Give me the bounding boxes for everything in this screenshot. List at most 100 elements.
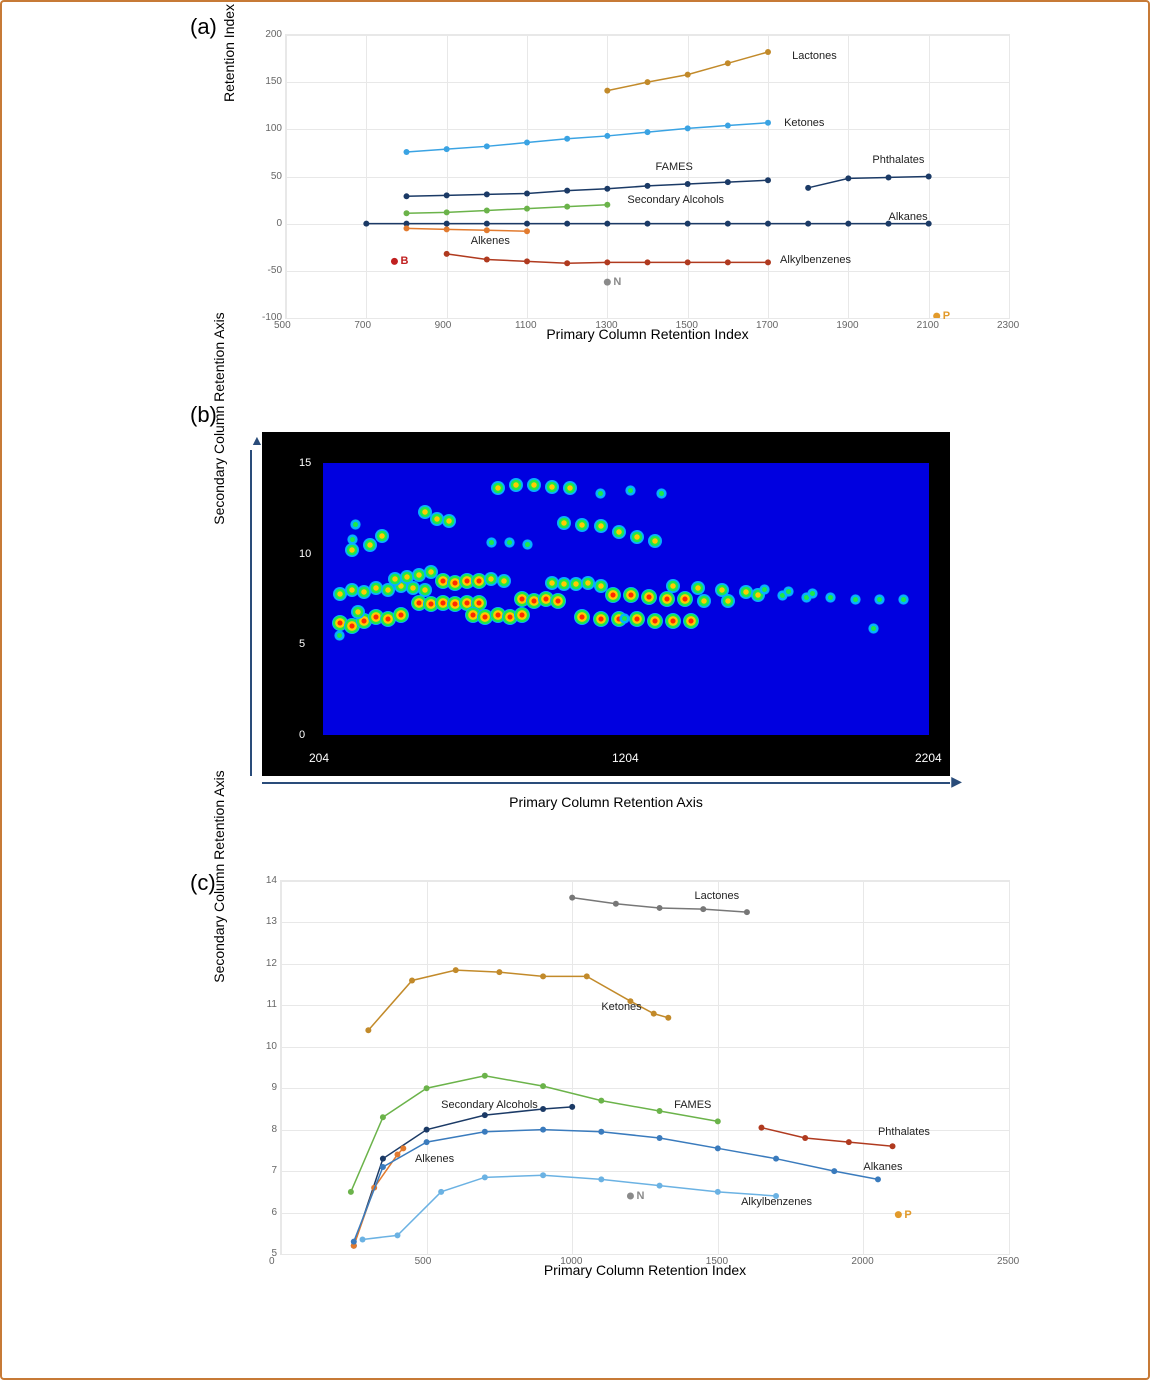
series-line xyxy=(363,1175,777,1239)
chromatogram-spot xyxy=(850,594,861,605)
chromatogram-spot xyxy=(691,581,705,595)
series-point xyxy=(846,1139,852,1145)
marker-point xyxy=(627,1192,634,1199)
series-point xyxy=(926,174,932,180)
series-point xyxy=(765,177,771,183)
series-point xyxy=(524,140,530,146)
chromatogram-spot xyxy=(697,594,711,608)
series-point xyxy=(365,1027,371,1033)
chromatogram-spot xyxy=(629,611,645,627)
series-point xyxy=(424,1127,430,1133)
series-label: Ketones xyxy=(601,1001,641,1013)
series-point xyxy=(685,259,691,265)
chromatogram-spot xyxy=(334,630,345,641)
marker-point xyxy=(933,313,940,318)
series-point xyxy=(380,1164,386,1170)
chromatogram-spot xyxy=(504,537,515,548)
series-point xyxy=(725,221,731,227)
series-point xyxy=(444,226,450,232)
series-line xyxy=(761,1128,892,1147)
chromatogram-spot xyxy=(545,480,559,494)
chart-c-xlabel: Primary Column Retention Index xyxy=(544,1262,746,1278)
series-point xyxy=(645,129,651,135)
series-label: FAMES xyxy=(656,161,693,173)
series-point xyxy=(645,221,651,227)
series-point xyxy=(805,185,811,191)
series-point xyxy=(685,181,691,187)
chromatogram-spot xyxy=(491,481,505,495)
series-point xyxy=(496,969,502,975)
series-label: Alkanes xyxy=(863,1161,902,1173)
series-point xyxy=(725,123,731,129)
series-label: Alkenes xyxy=(471,235,510,247)
chromatogram-spot xyxy=(868,623,879,634)
series-point xyxy=(424,1085,430,1091)
marker-point xyxy=(604,279,611,286)
series-point xyxy=(657,1183,663,1189)
series-point xyxy=(685,72,691,78)
series-point xyxy=(444,192,450,198)
series-point xyxy=(394,1232,400,1238)
chart-c-plot: 05001000150020002500567891011121314NPLac… xyxy=(280,880,1010,1255)
chromatogram-spot xyxy=(825,592,836,603)
chromatogram-spot xyxy=(677,591,693,607)
chromatogram-spot xyxy=(563,481,577,495)
chromatogram-spot xyxy=(514,607,530,623)
series-point xyxy=(645,259,651,265)
chromatogram-spot xyxy=(375,529,389,543)
series-line xyxy=(354,1148,404,1245)
series-point xyxy=(875,1176,881,1182)
series-point xyxy=(700,906,706,912)
series-point xyxy=(484,143,490,149)
chromatogram-spot xyxy=(527,478,541,492)
chart-a-xlabel: Primary Column Retention Index xyxy=(546,326,748,342)
series-point xyxy=(363,221,369,227)
chromatogram-spot xyxy=(345,543,359,557)
series-label: Alkanes xyxy=(889,211,928,223)
series-point xyxy=(651,1011,657,1017)
chromatogram-spot xyxy=(442,514,456,528)
series-point xyxy=(484,227,490,233)
series-point xyxy=(524,206,530,212)
panel-a-label: (a) xyxy=(190,14,217,40)
chromatogram-spot xyxy=(666,579,680,593)
series-point xyxy=(845,175,851,181)
chromatogram-spot xyxy=(393,607,409,623)
chromatogram-spot xyxy=(350,519,361,530)
series-point xyxy=(482,1112,488,1118)
series-point xyxy=(598,1098,604,1104)
chromatogram-spot xyxy=(630,530,644,544)
series-point xyxy=(540,1083,546,1089)
chromatogram-spot xyxy=(612,525,626,539)
series-point xyxy=(404,193,410,199)
chart-b-xlabel: Primary Column Retention Axis xyxy=(509,794,703,810)
series-point xyxy=(404,210,410,216)
series-point xyxy=(400,1145,406,1151)
series-point xyxy=(380,1156,386,1162)
series-point xyxy=(886,174,892,180)
x-axis-arrow-icon: ▶ xyxy=(951,773,962,790)
series-line xyxy=(354,1130,878,1242)
chromatogram-spot xyxy=(575,518,589,532)
chromatogram-spot xyxy=(522,539,533,550)
series-point xyxy=(773,1156,779,1162)
chart-c-ylabel: Secondary Column Retention Axis xyxy=(211,770,227,982)
series-point xyxy=(524,228,530,234)
chromatogram-spot xyxy=(486,537,497,548)
series-point xyxy=(380,1114,386,1120)
series-point xyxy=(584,973,590,979)
chromatogram-spot xyxy=(641,589,657,605)
series-point xyxy=(540,1172,546,1178)
series-point xyxy=(890,1143,896,1149)
chromatogram-spot xyxy=(683,613,699,629)
chromatogram-spot xyxy=(351,605,365,619)
series-point xyxy=(424,1139,430,1145)
series-line xyxy=(407,228,528,231)
series-point xyxy=(540,973,546,979)
series-point xyxy=(444,251,450,257)
series-point xyxy=(404,225,410,231)
series-label: Ketones xyxy=(784,117,824,129)
chromatogram-spot xyxy=(574,609,590,625)
chromatogram-spot xyxy=(665,613,681,629)
series-point xyxy=(725,60,731,66)
